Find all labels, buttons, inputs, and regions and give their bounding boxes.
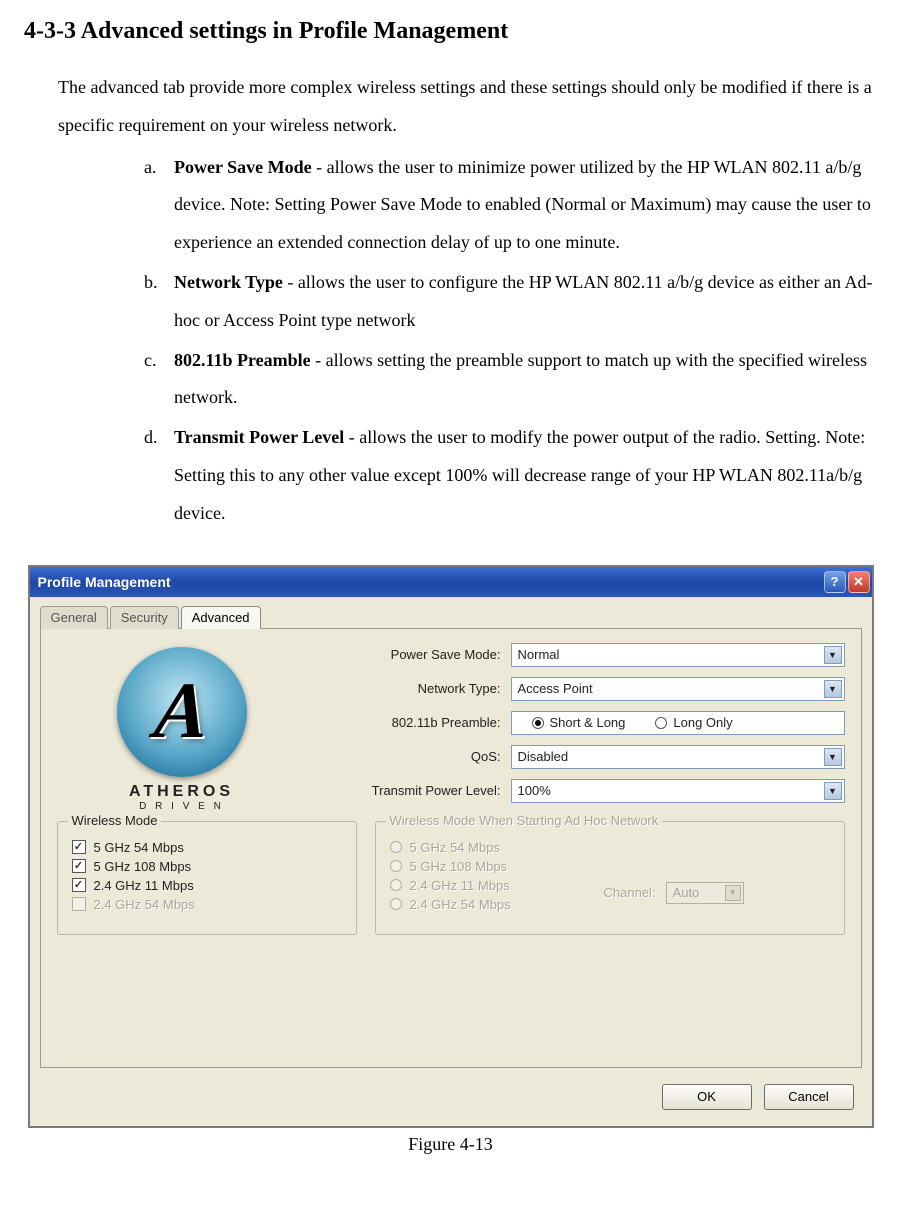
qos-combo[interactable]: Disabled ▼ xyxy=(511,745,845,769)
logo-letter: A xyxy=(151,666,212,757)
logo-brand-text: ATHEROS xyxy=(129,783,234,801)
power-save-combo[interactable]: Normal ▼ xyxy=(511,643,845,667)
item-bold: 802.11b Preamble xyxy=(174,350,315,370)
dialog-buttons: OK Cancel xyxy=(40,1078,862,1116)
chevron-down-icon[interactable]: ▼ xyxy=(824,680,842,698)
chevron-down-icon[interactable]: ▼ xyxy=(824,646,842,664)
list-item: a. Power Save Mode - allows the user to … xyxy=(144,149,877,262)
wireless-mode-legend: Wireless Mode xyxy=(68,813,162,828)
item-bold: Transmit Power Level xyxy=(174,427,344,447)
adhoc-opt-label: 5 GHz 54 Mbps xyxy=(410,840,500,855)
tx-power-value: 100% xyxy=(518,783,551,798)
channel-combo: Auto ▼ xyxy=(666,882,744,904)
profile-management-window: Profile Management ? ✕ General Security … xyxy=(28,565,874,1128)
wm-checkbox-5ghz-54[interactable] xyxy=(72,840,86,854)
wireless-mode-group: Wireless Mode 5 GHz 54 Mbps 5 GHz 108 Mb… xyxy=(57,821,357,935)
list-item: d. Transmit Power Level - allows the use… xyxy=(144,419,877,532)
titlebar: Profile Management ? ✕ xyxy=(30,567,872,597)
channel-value: Auto xyxy=(673,885,700,900)
tab-advanced[interactable]: Advanced xyxy=(181,606,261,629)
wm-checkbox-24ghz-11[interactable] xyxy=(72,878,86,892)
help-button[interactable]: ? xyxy=(824,571,846,593)
chevron-down-icon[interactable]: ▼ xyxy=(824,782,842,800)
feature-list: a. Power Save Mode - allows the user to … xyxy=(24,149,877,533)
adhoc-radio xyxy=(390,860,402,872)
qos-label: QoS: xyxy=(311,749,511,764)
chevron-down-icon: ▼ xyxy=(725,885,741,901)
adhoc-legend: Wireless Mode When Starting Ad Hoc Netwo… xyxy=(386,813,663,828)
network-type-label: Network Type: xyxy=(311,681,511,696)
network-type-combo[interactable]: Access Point ▼ xyxy=(511,677,845,701)
wm-label: 2.4 GHz 54 Mbps xyxy=(94,897,195,912)
preamble-radio-long-only[interactable] xyxy=(655,717,667,729)
item-bold: Network Type xyxy=(174,272,283,292)
adhoc-radio xyxy=(390,841,402,853)
power-save-label: Power Save Mode: xyxy=(311,647,511,662)
preamble-label: 802.11b Preamble: xyxy=(311,715,511,730)
brand-logo: A ATHEROS D R I V E N xyxy=(57,647,307,813)
ok-button[interactable]: OK xyxy=(662,1084,752,1110)
wm-label: 5 GHz 54 Mbps xyxy=(94,840,184,855)
close-button[interactable]: ✕ xyxy=(848,571,870,593)
adhoc-radio xyxy=(390,879,402,891)
cancel-button[interactable]: Cancel xyxy=(764,1084,854,1110)
network-type-value: Access Point xyxy=(518,681,593,696)
item-bold: Power Save Mode xyxy=(174,157,316,177)
figure-caption: Figure 4-13 xyxy=(24,1134,877,1155)
chevron-down-icon[interactable]: ▼ xyxy=(824,748,842,766)
logo-circle-icon: A xyxy=(117,647,247,777)
list-marker: c. xyxy=(144,342,157,380)
list-marker: d. xyxy=(144,419,158,457)
wm-checkbox-5ghz-108[interactable] xyxy=(72,859,86,873)
wm-label: 5 GHz 108 Mbps xyxy=(94,859,192,874)
preamble-radio-group: Short & Long Long Only xyxy=(511,711,845,735)
adhoc-radio xyxy=(390,898,402,910)
logo-sub-text: D R I V E N xyxy=(139,801,224,812)
tab-strip: General Security Advanced xyxy=(40,605,862,628)
list-marker: a. xyxy=(144,149,157,187)
adhoc-opt-label: 2.4 GHz 54 Mbps xyxy=(410,897,511,912)
channel-label: Channel: xyxy=(604,885,656,900)
wm-checkbox-24ghz-54 xyxy=(72,897,86,911)
preamble-radio-short-long[interactable] xyxy=(532,717,544,729)
list-item: b. Network Type - allows the user to con… xyxy=(144,264,877,340)
tab-general[interactable]: General xyxy=(40,606,108,629)
adhoc-opt-label: 5 GHz 108 Mbps xyxy=(410,859,508,874)
tab-security[interactable]: Security xyxy=(110,606,179,629)
tx-power-combo[interactable]: 100% ▼ xyxy=(511,779,845,803)
section-title: 4-3-3 Advanced settings in Profile Manag… xyxy=(24,18,877,45)
list-marker: b. xyxy=(144,264,158,302)
list-item: c. 802.11b Preamble - allows setting the… xyxy=(144,342,877,418)
preamble-opt-long-label: Long Only xyxy=(673,715,732,730)
preamble-opt-short-label: Short & Long xyxy=(550,715,626,730)
tab-page-advanced: A ATHEROS D R I V E N Power Save Mode: N… xyxy=(40,628,862,1068)
intro-paragraph: The advanced tab provide more complex wi… xyxy=(58,69,877,145)
tx-power-label: Transmit Power Level: xyxy=(311,783,511,798)
adhoc-opt-label: 2.4 GHz 11 Mbps xyxy=(410,878,510,893)
qos-value: Disabled xyxy=(518,749,569,764)
power-save-value: Normal xyxy=(518,647,560,662)
window-title: Profile Management xyxy=(38,574,171,590)
wm-label: 2.4 GHz 11 Mbps xyxy=(94,878,194,893)
adhoc-mode-group: Wireless Mode When Starting Ad Hoc Netwo… xyxy=(375,821,845,935)
